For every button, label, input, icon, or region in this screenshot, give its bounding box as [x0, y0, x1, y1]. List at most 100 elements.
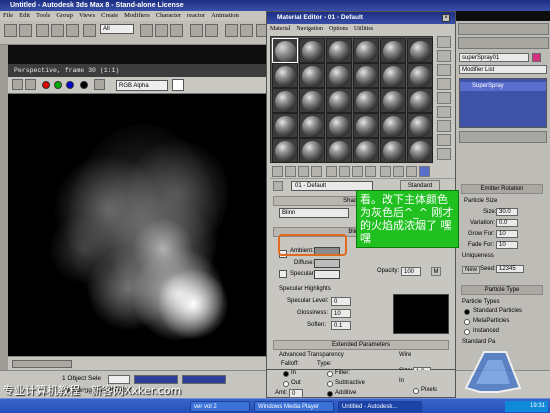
opacity-map-button[interactable]: M: [431, 267, 441, 276]
specular-swatch[interactable]: [314, 270, 340, 279]
sample-slot[interactable]: [299, 63, 325, 88]
menu-modifiers[interactable]: Modifiers: [124, 12, 150, 19]
undo-icon[interactable]: [4, 24, 17, 37]
sample-slot[interactable]: [326, 63, 352, 88]
filter-radio[interactable]: [327, 371, 333, 377]
falloff-in-radio[interactable]: [283, 371, 289, 377]
reset-map-icon[interactable]: [311, 166, 322, 177]
select-icon[interactable]: [83, 24, 96, 37]
menu-file[interactable]: File: [3, 12, 13, 19]
sample-slot[interactable]: [407, 138, 433, 163]
background-icon[interactable]: [437, 64, 451, 76]
extended-parameters-rollout[interactable]: Extended Parameters: [273, 340, 449, 350]
video-check-icon[interactable]: [437, 92, 451, 104]
show-map-icon[interactable]: [380, 166, 391, 177]
sample-slot[interactable]: [272, 88, 298, 113]
sample-slot[interactable]: [380, 113, 406, 138]
menu-character[interactable]: Character: [156, 12, 181, 19]
sample-slot[interactable]: [407, 63, 433, 88]
specular-level-spinner[interactable]: 0: [331, 297, 351, 306]
menu-utilities[interactable]: Utilities: [354, 26, 373, 32]
glossiness-spinner[interactable]: 10: [331, 309, 351, 318]
new-seed-button[interactable]: New: [462, 266, 481, 274]
sample-slot[interactable]: [326, 88, 352, 113]
menu-material[interactable]: Material: [270, 26, 290, 32]
put-to-library-icon[interactable]: [352, 166, 363, 177]
snap-icon[interactable]: [190, 24, 203, 37]
size-spinner[interactable]: 30.0: [496, 208, 518, 216]
channel-dropdown[interactable]: RGB Alpha: [116, 80, 168, 91]
align-icon[interactable]: [240, 24, 253, 37]
variation-spinner[interactable]: 0.0: [496, 219, 518, 227]
menu-animation[interactable]: Animation: [211, 12, 239, 19]
sample-slot[interactable]: [272, 138, 298, 163]
link-icon[interactable]: [36, 24, 49, 37]
sample-slot[interactable]: [326, 38, 352, 63]
sample-slot[interactable]: [299, 88, 325, 113]
instanced-radio[interactable]: [464, 329, 470, 335]
menu-options[interactable]: Options: [329, 26, 348, 32]
sample-slot[interactable]: [272, 113, 298, 138]
seed-spinner[interactable]: 12345: [496, 265, 524, 273]
make-unique-icon[interactable]: [339, 166, 350, 177]
opacity-spinner[interactable]: 100: [401, 267, 421, 276]
sample-slot[interactable]: [380, 88, 406, 113]
put-to-scene-icon[interactable]: [285, 166, 296, 177]
modifier-list-dropdown[interactable]: Modifier List: [459, 65, 547, 74]
sample-slot[interactable]: [299, 138, 325, 163]
alpha-channel-icon[interactable]: [80, 81, 88, 89]
menu-navigation[interactable]: Navigation: [296, 26, 323, 32]
options-icon[interactable]: [437, 120, 451, 132]
falloff-out-radio[interactable]: [283, 381, 289, 387]
sample-slot[interactable]: [380, 38, 406, 63]
sample-slot[interactable]: [407, 38, 433, 63]
make-preview-icon[interactable]: [437, 106, 451, 118]
metaparticles-radio[interactable]: [464, 319, 470, 325]
sample-slot[interactable]: [272, 63, 298, 88]
pick-material-icon[interactable]: [273, 181, 283, 191]
additive-radio[interactable]: [327, 391, 333, 397]
command-panel-tabs[interactable]: [458, 23, 549, 35]
material-navigator-icon[interactable]: [437, 148, 451, 160]
particle-type-rollout[interactable]: Particle Type: [461, 285, 543, 295]
stack-item-superspray[interactable]: SuperSpray: [460, 82, 546, 91]
standard-particles-radio[interactable]: [464, 309, 470, 315]
sample-slot[interactable]: [353, 113, 379, 138]
menu-views[interactable]: Views: [79, 12, 95, 19]
sample-slot[interactable]: [299, 113, 325, 138]
taskbar-item-0[interactable]: ver vol 2: [190, 401, 250, 412]
menu-tools[interactable]: Tools: [36, 12, 50, 19]
bind-icon[interactable]: [66, 24, 79, 37]
move-icon[interactable]: [140, 24, 153, 37]
unlink-icon[interactable]: [51, 24, 64, 37]
soften-spinner[interactable]: 0.1: [331, 321, 351, 330]
sample-type-icon[interactable]: [437, 36, 451, 48]
subtractive-radio[interactable]: [327, 381, 333, 387]
sample-slot[interactable]: [326, 138, 352, 163]
sample-slot[interactable]: [407, 113, 433, 138]
object-name-field[interactable]: superSpray01: [459, 53, 529, 62]
mono-icon[interactable]: [94, 79, 105, 90]
menu-reactor[interactable]: reactor: [187, 12, 205, 19]
scale-icon[interactable]: [170, 24, 183, 37]
blue-channel-icon[interactable]: [66, 81, 74, 89]
taskbar-item-1[interactable]: Windows Media Player: [254, 401, 334, 412]
sample-slot[interactable]: [353, 63, 379, 88]
go-forward-icon[interactable]: [419, 166, 430, 177]
emitter-rotation-rollout[interactable]: Emitter Rotation: [461, 184, 543, 194]
sample-slot[interactable]: [353, 138, 379, 163]
time-slider-bar[interactable]: [8, 356, 266, 370]
grow-for-spinner[interactable]: 10: [496, 230, 518, 238]
sample-slot[interactable]: [326, 113, 352, 138]
clone-icon[interactable]: [25, 79, 36, 90]
mirror-icon[interactable]: [225, 24, 238, 37]
object-color-swatch[interactable]: [532, 53, 541, 62]
select-by-material-icon[interactable]: [437, 134, 451, 146]
modifier-stack[interactable]: SuperSpray: [459, 78, 547, 128]
stack-tools[interactable]: [459, 131, 547, 143]
pixels-radio[interactable]: [413, 388, 419, 394]
sample-slot[interactable]: [272, 38, 298, 63]
get-material-icon[interactable]: [272, 166, 283, 177]
menu-create[interactable]: Create: [101, 12, 118, 19]
material-effects-channel-icon[interactable]: [365, 166, 376, 177]
